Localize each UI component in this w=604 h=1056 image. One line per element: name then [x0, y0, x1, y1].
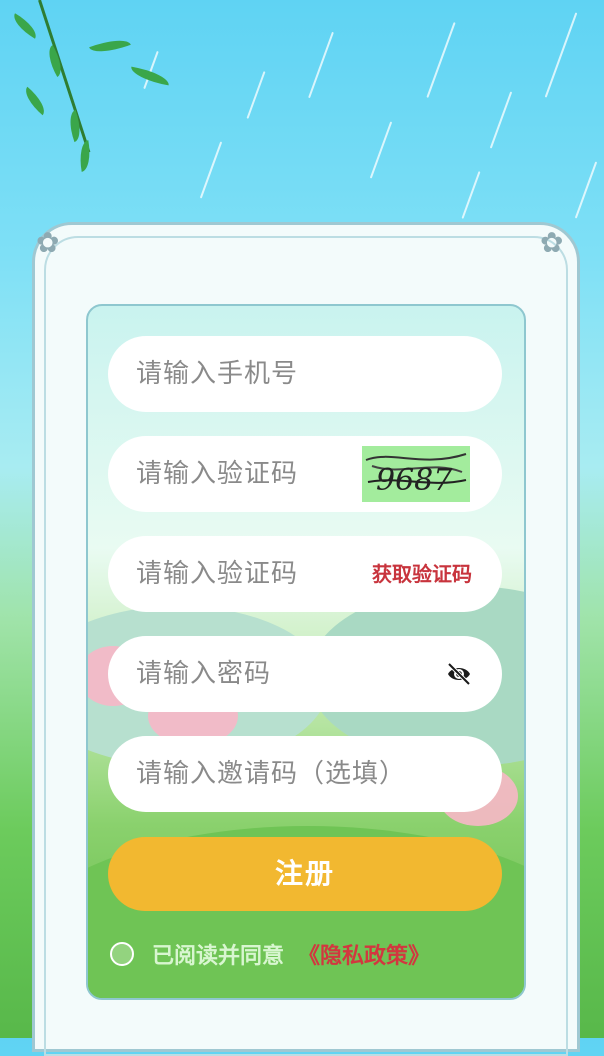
rain-streak	[426, 22, 456, 98]
rain-streak	[574, 161, 598, 219]
eye-off-icon[interactable]	[446, 662, 472, 686]
invite-code-placeholder: 请输入邀请码（选填）	[136, 759, 407, 789]
willow-branch	[38, 0, 91, 153]
phone-placeholder: 请输入手机号	[136, 359, 299, 389]
corner-leaf-icon: ✿	[540, 226, 564, 259]
invite-code-field[interactable]: 请输入邀请码（选填）	[108, 736, 502, 812]
captcha-field[interactable]: 请输入验证码 9687	[108, 436, 502, 512]
rain-streak	[489, 91, 513, 149]
phone-field[interactable]: 请输入手机号	[108, 336, 502, 412]
sms-code-field[interactable]: 请输入验证码 获取验证码	[108, 536, 502, 612]
leaf-icon	[76, 140, 94, 172]
sms-code-placeholder: 请输入验证码	[136, 559, 299, 589]
rain-streak	[246, 71, 266, 119]
leaf-icon	[9, 13, 41, 39]
leaf-icon	[19, 86, 51, 116]
corner-leaf-icon: ✿	[36, 226, 60, 259]
rain-streak	[308, 31, 334, 99]
register-button[interactable]: 注册	[108, 837, 502, 911]
get-code-button[interactable]: 获取验证码	[372, 536, 472, 612]
agreement-row: 已阅读并同意 《隐私政策》	[110, 938, 430, 970]
privacy-policy-link[interactable]: 《隐私政策》	[298, 938, 430, 970]
password-placeholder: 请输入密码	[136, 659, 272, 689]
rain-streak	[369, 121, 393, 179]
rain-streak	[199, 141, 223, 199]
password-field[interactable]: 请输入密码	[108, 636, 502, 712]
rain-streak	[544, 12, 578, 98]
agree-radio[interactable]	[110, 942, 134, 966]
captcha-image[interactable]: 9687	[362, 446, 470, 502]
agree-text: 已阅读并同意	[152, 944, 285, 969]
captcha-placeholder: 请输入验证码	[136, 459, 299, 489]
rain-streak	[461, 171, 481, 219]
leaf-icon	[89, 33, 131, 59]
